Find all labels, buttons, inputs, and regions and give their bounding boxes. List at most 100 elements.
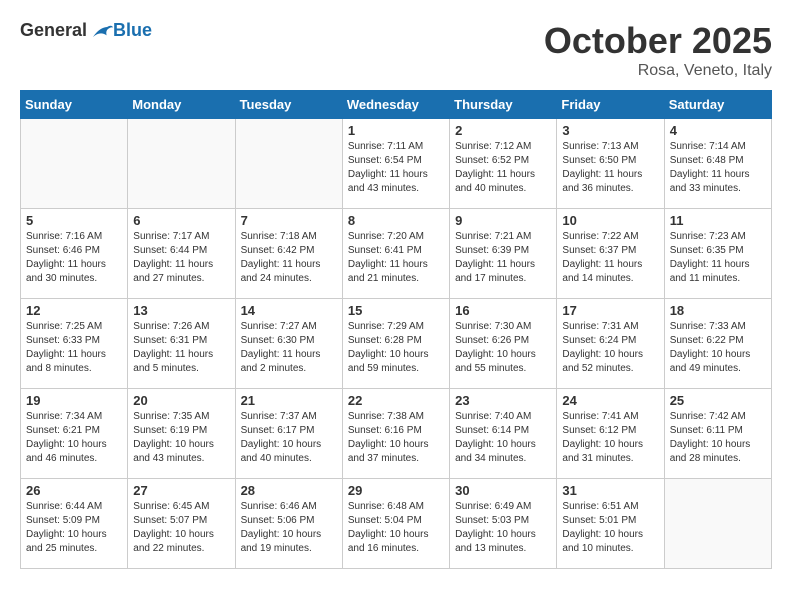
weekday-header-tuesday: Tuesday [235, 91, 342, 119]
calendar-cell: 14 Sunrise: 7:27 AM Sunset: 6:30 PM Dayli… [235, 299, 342, 389]
day-number: 30 [455, 483, 551, 498]
calendar-cell: 28 Sunrise: 6:46 AM Sunset: 5:06 PM Dayli… [235, 479, 342, 569]
day-number: 16 [455, 303, 551, 318]
calendar-cell: 11Sunrise: 7:23 AM Sunset: 6:35 PM Dayli… [664, 209, 771, 299]
day-info: Sunrise: 7:21 AM Sunset: 6:39 PM Dayligh… [455, 230, 551, 286]
calendar-week-1: 1 Sunrise: 7:11 AM Sunset: 6:54 PM Daylig… [21, 119, 772, 209]
day-number: 1 [348, 123, 444, 138]
day-info: Sunrise: 7:17 AM Sunset: 6:44 PM Dayligh… [133, 230, 229, 286]
logo-bird-icon [89, 21, 113, 41]
day-info: Sunrise: 7:20 AM Sunset: 6:41 PM Dayligh… [348, 230, 444, 286]
day-info: Sunrise: 6:45 AM Sunset: 5:07 PM Dayligh… [133, 500, 229, 556]
day-info: Sunrise: 7:30 AM Sunset: 6:26 PM Dayligh… [455, 320, 551, 376]
calendar-cell: 3 Sunrise: 7:13 AM Sunset: 6:50 PM Daylig… [557, 119, 664, 209]
calendar-cell: 24Sunrise: 7:41 AM Sunset: 6:12 PM Dayli… [557, 389, 664, 479]
logo: General Blue [20, 20, 152, 41]
day-number: 17 [562, 303, 658, 318]
calendar-cell: 9 Sunrise: 7:21 AM Sunset: 6:39 PM Daylig… [450, 209, 557, 299]
day-info: Sunrise: 7:31 AM Sunset: 6:24 PM Dayligh… [562, 320, 658, 376]
day-info: Sunrise: 6:48 AM Sunset: 5:04 PM Dayligh… [348, 500, 444, 556]
calendar-cell: 2 Sunrise: 7:12 AM Sunset: 6:52 PM Daylig… [450, 119, 557, 209]
location-subtitle: Rosa, Veneto, Italy [544, 62, 772, 80]
calendar-cell [235, 119, 342, 209]
calendar-cell: 4 Sunrise: 7:14 AM Sunset: 6:48 PM Daylig… [664, 119, 771, 209]
calendar-cell [128, 119, 235, 209]
day-info: Sunrise: 7:38 AM Sunset: 6:16 PM Dayligh… [348, 410, 444, 466]
day-info: Sunrise: 6:49 AM Sunset: 5:03 PM Dayligh… [455, 500, 551, 556]
weekday-header-saturday: Saturday [664, 91, 771, 119]
weekday-header-friday: Friday [557, 91, 664, 119]
calendar-cell: 12Sunrise: 7:25 AM Sunset: 6:33 PM Dayli… [21, 299, 128, 389]
calendar-week-4: 19 Sunrise: 7:34 AM Sunset: 6:21 PM Dayli… [21, 389, 772, 479]
day-info: Sunrise: 6:44 AM Sunset: 5:09 PM Dayligh… [26, 500, 122, 556]
calendar-cell: 1 Sunrise: 7:11 AM Sunset: 6:54 PM Daylig… [342, 119, 449, 209]
calendar-cell: 19 Sunrise: 7:34 AM Sunset: 6:21 PM Dayli… [21, 389, 128, 479]
day-info: Sunrise: 7:26 AM Sunset: 6:31 PM Dayligh… [133, 320, 229, 376]
day-number: 26 [26, 483, 122, 498]
day-info: Sunrise: 7:29 AM Sunset: 6:28 PM Dayligh… [348, 320, 444, 376]
day-number: 31 [562, 483, 658, 498]
logo-general-text: General [20, 20, 87, 41]
day-info: Sunrise: 7:25 AM Sunset: 6:33 PM Dayligh… [26, 320, 122, 376]
calendar-cell: 22 Sunrise: 7:38 AM Sunset: 6:16 PM Dayli… [342, 389, 449, 479]
day-number: 21 [241, 393, 337, 408]
day-number: 9 [455, 213, 551, 228]
day-number: 18 [670, 303, 766, 318]
day-info: Sunrise: 7:34 AM Sunset: 6:21 PM Dayligh… [26, 410, 122, 466]
calendar-cell [21, 119, 128, 209]
day-number: 3 [562, 123, 658, 138]
title-block: October 2025 Rosa, Veneto, Italy [544, 20, 772, 80]
calendar-table: SundayMondayTuesdayWednesdayThursdayFrid… [20, 90, 772, 569]
day-number: 4 [670, 123, 766, 138]
weekday-header-wednesday: Wednesday [342, 91, 449, 119]
day-info: Sunrise: 6:46 AM Sunset: 5:06 PM Dayligh… [241, 500, 337, 556]
calendar-cell: 26 Sunrise: 6:44 AM Sunset: 5:09 PM Dayli… [21, 479, 128, 569]
calendar-cell: 31 Sunrise: 6:51 AM Sunset: 5:01 PM Dayli… [557, 479, 664, 569]
calendar-cell: 8 Sunrise: 7:20 AM Sunset: 6:41 PM Daylig… [342, 209, 449, 299]
page-header: General Blue October 2025 Rosa, Veneto, … [20, 20, 772, 80]
day-number: 20 [133, 393, 229, 408]
weekday-header-monday: Monday [128, 91, 235, 119]
day-info: Sunrise: 7:11 AM Sunset: 6:54 PM Dayligh… [348, 140, 444, 196]
weekday-header-thursday: Thursday [450, 91, 557, 119]
day-number: 6 [133, 213, 229, 228]
calendar-cell: 15 Sunrise: 7:29 AM Sunset: 6:28 PM Dayli… [342, 299, 449, 389]
day-number: 15 [348, 303, 444, 318]
calendar-cell: 21 Sunrise: 7:37 AM Sunset: 6:17 PM Dayli… [235, 389, 342, 479]
day-number: 8 [348, 213, 444, 228]
day-info: Sunrise: 6:51 AM Sunset: 5:01 PM Dayligh… [562, 500, 658, 556]
day-info: Sunrise: 7:33 AM Sunset: 6:22 PM Dayligh… [670, 320, 766, 376]
day-info: Sunrise: 7:35 AM Sunset: 6:19 PM Dayligh… [133, 410, 229, 466]
day-number: 11 [670, 213, 766, 228]
month-title: October 2025 [544, 20, 772, 62]
day-number: 19 [26, 393, 122, 408]
day-number: 2 [455, 123, 551, 138]
day-info: Sunrise: 7:37 AM Sunset: 6:17 PM Dayligh… [241, 410, 337, 466]
calendar-cell: 6 Sunrise: 7:17 AM Sunset: 6:44 PM Daylig… [128, 209, 235, 299]
day-number: 25 [670, 393, 766, 408]
day-info: Sunrise: 7:12 AM Sunset: 6:52 PM Dayligh… [455, 140, 551, 196]
calendar-cell: 16 Sunrise: 7:30 AM Sunset: 6:26 PM Dayli… [450, 299, 557, 389]
calendar-cell: 18 Sunrise: 7:33 AM Sunset: 6:22 PM Dayli… [664, 299, 771, 389]
calendar-cell: 25Sunrise: 7:42 AM Sunset: 6:11 PM Dayli… [664, 389, 771, 479]
day-number: 14 [241, 303, 337, 318]
calendar-week-5: 26 Sunrise: 6:44 AM Sunset: 5:09 PM Dayli… [21, 479, 772, 569]
day-number: 22 [348, 393, 444, 408]
calendar-cell: 29Sunrise: 6:48 AM Sunset: 5:04 PM Dayli… [342, 479, 449, 569]
calendar-week-3: 12Sunrise: 7:25 AM Sunset: 6:33 PM Dayli… [21, 299, 772, 389]
weekday-header-sunday: Sunday [21, 91, 128, 119]
calendar-cell: 23Sunrise: 7:40 AM Sunset: 6:14 PM Dayli… [450, 389, 557, 479]
day-number: 27 [133, 483, 229, 498]
day-info: Sunrise: 7:14 AM Sunset: 6:48 PM Dayligh… [670, 140, 766, 196]
day-number: 24 [562, 393, 658, 408]
calendar-cell: 27 Sunrise: 6:45 AM Sunset: 5:07 PM Dayli… [128, 479, 235, 569]
day-info: Sunrise: 7:13 AM Sunset: 6:50 PM Dayligh… [562, 140, 658, 196]
day-info: Sunrise: 7:16 AM Sunset: 6:46 PM Dayligh… [26, 230, 122, 286]
calendar-cell: 10Sunrise: 7:22 AM Sunset: 6:37 PM Dayli… [557, 209, 664, 299]
day-number: 7 [241, 213, 337, 228]
day-info: Sunrise: 7:22 AM Sunset: 6:37 PM Dayligh… [562, 230, 658, 286]
day-number: 13 [133, 303, 229, 318]
day-info: Sunrise: 7:27 AM Sunset: 6:30 PM Dayligh… [241, 320, 337, 376]
day-number: 28 [241, 483, 337, 498]
calendar-cell: 17 Sunrise: 7:31 AM Sunset: 6:24 PM Dayli… [557, 299, 664, 389]
